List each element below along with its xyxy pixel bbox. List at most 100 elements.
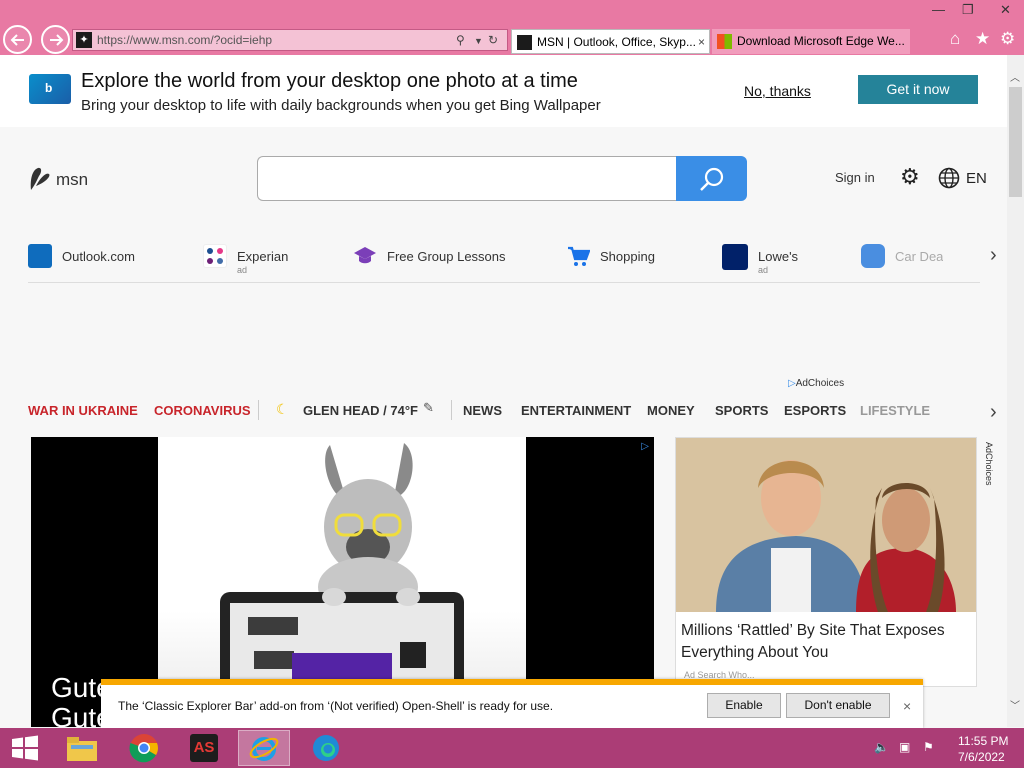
lowes-icon: [722, 244, 748, 270]
quick-link-outlook[interactable]: Outlook.com: [28, 244, 148, 272]
tab-label: Download Microsoft Edge We...: [737, 34, 905, 48]
tab-close-button[interactable]: ×: [698, 30, 705, 53]
graduation-cap-icon: [354, 247, 376, 264]
nav-sports[interactable]: SPORTS: [715, 403, 768, 418]
start-button[interactable]: [0, 730, 52, 766]
article-title[interactable]: Millions ‘Rattled’ By Site That Exposes …: [681, 620, 971, 664]
dont-enable-button[interactable]: Don't enable: [786, 693, 890, 718]
home-icon[interactable]: ⌂: [950, 29, 960, 49]
close-window-button[interactable]: ✕: [1000, 2, 1011, 18]
quick-link-car-deal[interactable]: Car Deal: [861, 244, 943, 272]
car-icon: [861, 244, 885, 268]
edge-icon: [313, 735, 339, 761]
sign-in-link[interactable]: Sign in: [835, 170, 875, 185]
dropdown-icon[interactable]: ▼: [474, 36, 483, 46]
nav-money[interactable]: MONEY: [647, 403, 695, 418]
ad-label: ad: [758, 265, 769, 275]
tab-label: MSN | Outlook, Office, Skyp...: [537, 35, 696, 49]
language-selector[interactable]: EN: [966, 170, 987, 187]
search-icon[interactable]: ⚲: [456, 33, 465, 47]
bing-wallpaper-banner: b Explore the world from your desktop on…: [0, 55, 1007, 127]
back-button[interactable]: [3, 25, 32, 54]
nav-news[interactable]: NEWS: [463, 403, 502, 418]
refresh-icon[interactable]: ↻: [488, 33, 498, 47]
quick-link-lowes[interactable]: Lowe's ad: [722, 244, 812, 275]
close-icon[interactable]: ×: [903, 698, 911, 714]
folder-icon: [67, 737, 97, 761]
msn-logo-text[interactable]: msn: [56, 170, 88, 190]
nav-lifestyle[interactable]: LIFESTYLE: [860, 403, 930, 418]
scroll-down-icon[interactable]: ﹀: [1010, 697, 1020, 712]
msn-favicon-icon: [517, 35, 532, 50]
scroll-up-icon[interactable]: ︿: [1010, 69, 1020, 84]
nav-coronavirus[interactable]: CORONAVIRUS: [154, 403, 251, 418]
minimize-button[interactable]: —: [932, 2, 945, 17]
banner-subtitle: Bring your desktop to life with daily ba…: [81, 97, 601, 114]
screen: — ❐ ✕ ✦ https://www.msn.com/?ocid=iehp ⚲…: [0, 0, 1024, 768]
quick-link-shopping[interactable]: Shopping: [566, 244, 666, 272]
divider: [451, 400, 452, 420]
divider: [28, 282, 980, 283]
notification-text: The ‘Classic Explorer Bar’ add-on from ‘…: [118, 699, 554, 713]
favorites-star-icon[interactable]: ★: [975, 29, 990, 49]
nav-esports[interactable]: ESPORTS: [784, 403, 846, 418]
address-bar[interactable]: ✦ https://www.msn.com/?ocid=iehp ⚲ ▼ ↻: [72, 29, 508, 51]
chevron-right-icon[interactable]: ›: [990, 401, 997, 424]
browser-chrome: — ❐ ✕ ✦ https://www.msn.com/?ocid=iehp ⚲…: [0, 0, 1024, 55]
tab-msn[interactable]: MSN | Outlook, Office, Skyp... ×: [511, 29, 710, 54]
forward-arrow-icon: [50, 34, 64, 46]
shopping-cart-icon: [568, 246, 590, 266]
settings-gear-icon[interactable]: ⚙: [900, 166, 920, 188]
banner-title: Explore the world from your desktop one …: [81, 70, 578, 92]
quick-link-label: Free Group Lessons: [387, 249, 506, 264]
as-app-button[interactable]: AS: [178, 730, 230, 766]
ad-play-icon[interactable]: ▷: [641, 441, 649, 452]
network-icon[interactable]: ▣: [899, 740, 910, 754]
get-it-now-button[interactable]: Get it now: [858, 75, 978, 104]
article-photo: [676, 438, 976, 612]
action-center-icon[interactable]: ⚑: [923, 740, 934, 754]
page-scrollbar[interactable]: ︿ ﹀: [1007, 55, 1024, 727]
search-button[interactable]: [676, 156, 747, 201]
edit-pencil-icon[interactable]: ✎: [423, 400, 434, 416]
article-card[interactable]: Millions ‘Rattled’ By Site That Exposes …: [675, 437, 977, 687]
adchoices-link[interactable]: AdChoices: [980, 442, 994, 502]
settings-gear-icon[interactable]: ⚙: [1000, 29, 1015, 49]
scroll-thumb[interactable]: [1009, 87, 1022, 197]
outlook-icon: [28, 244, 52, 268]
internet-explorer-icon: [249, 737, 279, 761]
adchoices-link[interactable]: ▷AdChoices: [788, 378, 844, 389]
quick-link-free-group-lessons[interactable]: Free Group Lessons: [353, 244, 513, 272]
nav-entertainment[interactable]: ENTERTAINMENT: [521, 403, 631, 418]
search-icon: [700, 167, 724, 191]
notification-bar: The ‘Classic Explorer Bar’ add-on from ‘…: [101, 679, 923, 728]
speaker-muted-icon[interactable]: 🔈: [874, 740, 889, 754]
clock-date[interactable]: 7/6/2022: [958, 750, 1005, 764]
tab-edge-download[interactable]: Download Microsoft Edge We...: [712, 29, 910, 54]
search-input[interactable]: [257, 156, 677, 201]
restore-button[interactable]: ❐: [962, 2, 974, 18]
quick-link-experian[interactable]: Experian ad: [203, 244, 303, 275]
as-app-icon: AS: [190, 734, 218, 762]
windows-logo-icon: [12, 735, 38, 761]
msn-butterfly-icon: [30, 167, 50, 190]
nav-war-in-ukraine[interactable]: WAR IN UKRAINE: [28, 403, 138, 418]
quick-link-label: Shopping: [600, 249, 655, 264]
address-text[interactable]: https://www.msn.com/?ocid=iehp: [97, 33, 272, 47]
enable-button[interactable]: Enable: [707, 693, 781, 718]
chevron-right-icon[interactable]: ›: [990, 244, 997, 267]
no-thanks-link[interactable]: No, thanks: [744, 83, 811, 99]
weather-location[interactable]: GLEN HEAD / 74°F: [303, 403, 418, 418]
microsoft-logo-icon: [717, 34, 732, 49]
internet-explorer-button[interactable]: [238, 730, 290, 766]
taskbar: AS 🔈 ▣ ⚑ 11:55 PM 7/6/2022: [0, 728, 1024, 768]
quick-link-label: Lowe's: [758, 249, 799, 264]
chrome-icon: [129, 734, 158, 763]
forward-button[interactable]: [41, 25, 70, 54]
file-explorer-button[interactable]: [56, 730, 108, 766]
back-arrow-icon: [10, 34, 24, 46]
globe-icon[interactable]: [938, 167, 960, 189]
chrome-button[interactable]: [118, 730, 170, 766]
edge-button[interactable]: [300, 730, 352, 766]
clock-time[interactable]: 11:55 PM: [958, 734, 1008, 748]
